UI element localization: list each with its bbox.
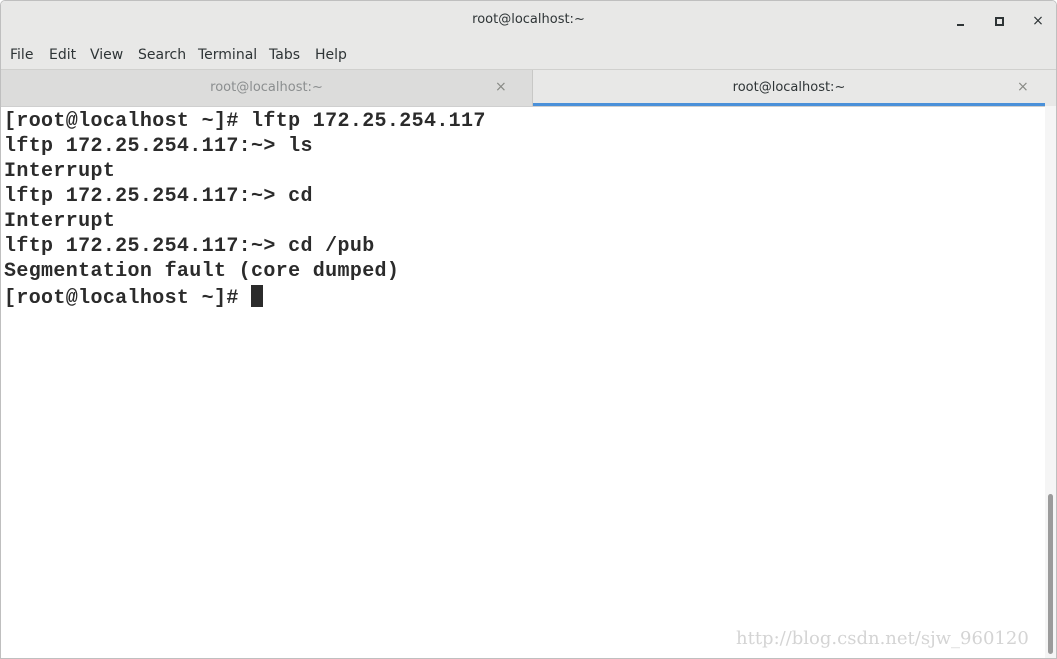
tab-1[interactable]: root@localhost:~ × bbox=[1, 70, 533, 106]
close-window-button[interactable]: × bbox=[1028, 11, 1048, 31]
title-bar[interactable]: root@localhost:~ × bbox=[1, 1, 1056, 41]
terminal-line: lftp 172.25.254.117:~> cd bbox=[4, 185, 313, 208]
close-icon: × bbox=[1032, 13, 1044, 29]
tab-close-icon[interactable]: × bbox=[495, 79, 507, 95]
terminal-line: Interrupt bbox=[4, 160, 116, 183]
terminal-line: lftp 172.25.254.117:~> ls bbox=[4, 135, 313, 158]
window-title: root@localhost:~ bbox=[472, 12, 585, 27]
watermark: http://blog.csdn.net/sjw_960120 bbox=[736, 628, 1029, 649]
terminal-line: Segmentation fault (core dumped) bbox=[4, 260, 400, 283]
prompt-line: [root@localhost ~]# bbox=[4, 285, 264, 310]
tab-label: root@localhost:~ bbox=[210, 80, 323, 95]
tab-close-icon[interactable]: × bbox=[1017, 79, 1029, 95]
menu-edit[interactable]: Edit bbox=[49, 47, 76, 63]
terminal-line: Interrupt bbox=[4, 210, 116, 233]
minimize-icon bbox=[957, 24, 964, 26]
terminal-output[interactable]: [root@localhost ~]# lftp 172.25.254.117 … bbox=[1, 106, 1045, 658]
text-cursor bbox=[251, 285, 264, 307]
scrollbar[interactable] bbox=[1045, 106, 1056, 658]
minimize-button[interactable] bbox=[951, 11, 971, 31]
terminal-line: lftp 172.25.254.117:~> cd /pub bbox=[4, 235, 375, 258]
maximize-icon bbox=[995, 17, 1004, 26]
scrollbar-thumb[interactable] bbox=[1048, 494, 1053, 654]
menu-search[interactable]: Search bbox=[138, 47, 186, 63]
tab-bar: root@localhost:~ × root@localhost:~ × bbox=[1, 70, 1056, 106]
menu-bar: File Edit View Search Terminal Tabs Help bbox=[1, 41, 1056, 70]
menu-file[interactable]: File bbox=[10, 47, 33, 63]
terminal-line: [root@localhost ~]# lftp 172.25.254.117 bbox=[4, 110, 486, 133]
tab-label: root@localhost:~ bbox=[732, 80, 846, 95]
menu-tabs[interactable]: Tabs bbox=[269, 47, 300, 63]
maximize-button[interactable] bbox=[989, 11, 1009, 31]
menu-help[interactable]: Help bbox=[315, 47, 347, 63]
menu-terminal[interactable]: Terminal bbox=[198, 47, 257, 63]
menu-view[interactable]: View bbox=[90, 47, 123, 63]
terminal-window: root@localhost:~ × File Edit View Search… bbox=[0, 0, 1057, 659]
tab-2[interactable]: root@localhost:~ × bbox=[533, 70, 1045, 106]
prompt-text: [root@localhost ~]# bbox=[4, 287, 252, 310]
